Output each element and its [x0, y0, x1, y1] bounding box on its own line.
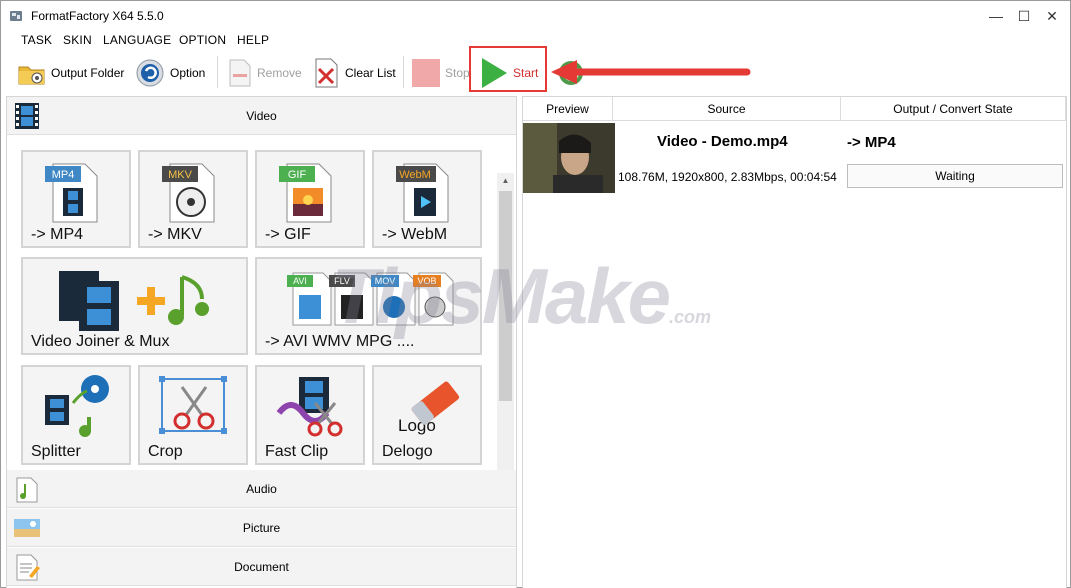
output-folder-button[interactable]: Output Folder: [17, 56, 124, 90]
tile-fast-clip-label: Fast Clip: [265, 443, 329, 460]
task-list-panel: Preview Source Output / Convert State Vi…: [522, 96, 1067, 588]
tile-to-webm-label: -> WebM: [382, 226, 448, 243]
option-button[interactable]: Option: [134, 56, 205, 90]
video-joiner-icon: [59, 271, 209, 331]
category-audio[interactable]: Audio: [7, 470, 516, 508]
tile-to-mkv-label: -> MKV: [148, 226, 202, 243]
watermark-suffix: .com: [669, 307, 712, 327]
tile-crop[interactable]: Crop: [138, 365, 248, 465]
watermark: TipsMake.com: [331, 251, 711, 342]
avi-badge-text: AVI: [293, 276, 307, 286]
output-folder-label: Output Folder: [51, 66, 125, 80]
crop-scissors-icon: [159, 376, 227, 434]
tile-to-webm[interactable]: WebM -> WebM: [372, 150, 482, 248]
gif-badge-text: GIF: [288, 169, 307, 181]
stop-label: Stop: [445, 66, 470, 80]
clear-list-button[interactable]: Clear List: [313, 56, 396, 90]
tile-fast-clip[interactable]: Fast Clip: [255, 365, 365, 465]
toolbar-separator: [403, 56, 404, 88]
remove-document-icon: [229, 59, 251, 87]
menu-help[interactable]: HELP: [237, 33, 269, 47]
toolbar-separator: [217, 56, 218, 88]
stop-square-icon: [412, 59, 440, 87]
task-output-format: -> MP4: [847, 134, 896, 151]
category-panel: Video MP4 -> MP4 MKV -> MKV GIF -> GIF W…: [6, 96, 517, 588]
stop-button[interactable]: Stop: [411, 56, 470, 90]
gif-file-icon: GIF: [279, 163, 332, 223]
category-picture-label: Picture: [242, 521, 281, 535]
mp4-badge-text: MP4: [52, 169, 75, 181]
tile-splitter[interactable]: Splitter: [21, 365, 131, 465]
menu-skin[interactable]: SKIN: [63, 33, 92, 47]
window-title: FormatFactory X64 5.5.0: [31, 9, 164, 23]
app-window: FormatFactory X64 5.5.0 — ☐ ✕ TASK SKIN …: [0, 0, 1071, 588]
tile-to-mkv[interactable]: MKV -> MKV: [138, 150, 248, 248]
tile-splitter-label: Splitter: [31, 443, 81, 460]
video-preview-thumbnail: [523, 123, 615, 193]
tile-to-mp4-label: -> MP4: [31, 226, 84, 243]
menu-language[interactable]: LANGUAGE: [103, 33, 171, 47]
tile-video-joiner-mux[interactable]: Video Joiner & Mux: [21, 257, 248, 355]
remove-label: Remove: [257, 66, 302, 80]
close-button[interactable]: ✕: [1037, 1, 1067, 31]
clear-list-icon: [315, 58, 338, 88]
category-document[interactable]: Document: [7, 548, 516, 586]
webm-file-icon: WebM: [396, 163, 449, 223]
maximize-button[interactable]: ☐: [1009, 1, 1039, 31]
splitter-icon: [45, 375, 109, 437]
tile-to-gif-label: -> GIF: [265, 226, 311, 243]
column-source[interactable]: Source: [613, 97, 841, 121]
tile-to-gif[interactable]: GIF -> GIF: [255, 150, 365, 248]
pointer-arrow-icon: [551, 60, 751, 84]
mp4-file-icon: MP4: [45, 163, 98, 223]
remove-button[interactable]: Remove: [227, 56, 302, 90]
category-video[interactable]: Video: [7, 97, 516, 135]
app-logo-icon: [10, 11, 22, 21]
watermark-brand: TipsMake: [331, 252, 671, 340]
tile-to-mp4[interactable]: MP4 -> MP4: [21, 150, 131, 248]
clear-list-label: Clear List: [345, 66, 396, 80]
task-state-badge: Waiting: [847, 164, 1063, 188]
option-gear-icon: [136, 59, 164, 87]
scroll-up-icon[interactable]: ▲: [497, 173, 514, 189]
menu-option[interactable]: OPTION: [179, 33, 226, 47]
category-video-label: Video: [246, 109, 277, 123]
tile-delogo[interactable]: Logo Delogo: [372, 365, 482, 465]
task-source-meta: 108.76M, 1920x800, 2.83Mbps, 00:04:54: [618, 170, 837, 184]
tile-delogo-label: Delogo: [382, 443, 433, 460]
menu-task[interactable]: TASK: [21, 33, 52, 47]
fast-clip-icon: [276, 377, 343, 437]
category-picture[interactable]: Picture: [7, 509, 516, 547]
tile-video-joiner-label: Video Joiner & Mux: [31, 333, 170, 350]
webm-badge-text: WebM: [399, 169, 431, 181]
category-document-label: Document: [234, 560, 289, 574]
title-bar: FormatFactory X64 5.5.0 — ☐ ✕: [1, 1, 1070, 31]
column-preview[interactable]: Preview: [523, 97, 613, 121]
task-source-title: Video - Demo.mp4: [657, 133, 788, 150]
minimize-button[interactable]: —: [981, 1, 1011, 31]
column-output-state[interactable]: Output / Convert State: [841, 97, 1066, 121]
task-row[interactable]: Video - Demo.mp4 108.76M, 1920x800, 2.83…: [523, 121, 1066, 193]
category-audio-label: Audio: [246, 482, 277, 496]
mkv-badge-text: MKV: [168, 169, 193, 181]
folder-icon: [18, 66, 45, 85]
option-label: Option: [170, 66, 206, 80]
eraser-icon: Logo: [398, 381, 460, 435]
start-highlight-box: [469, 46, 547, 92]
mkv-file-icon: MKV: [162, 163, 215, 223]
tile-crop-label: Crop: [148, 443, 183, 460]
